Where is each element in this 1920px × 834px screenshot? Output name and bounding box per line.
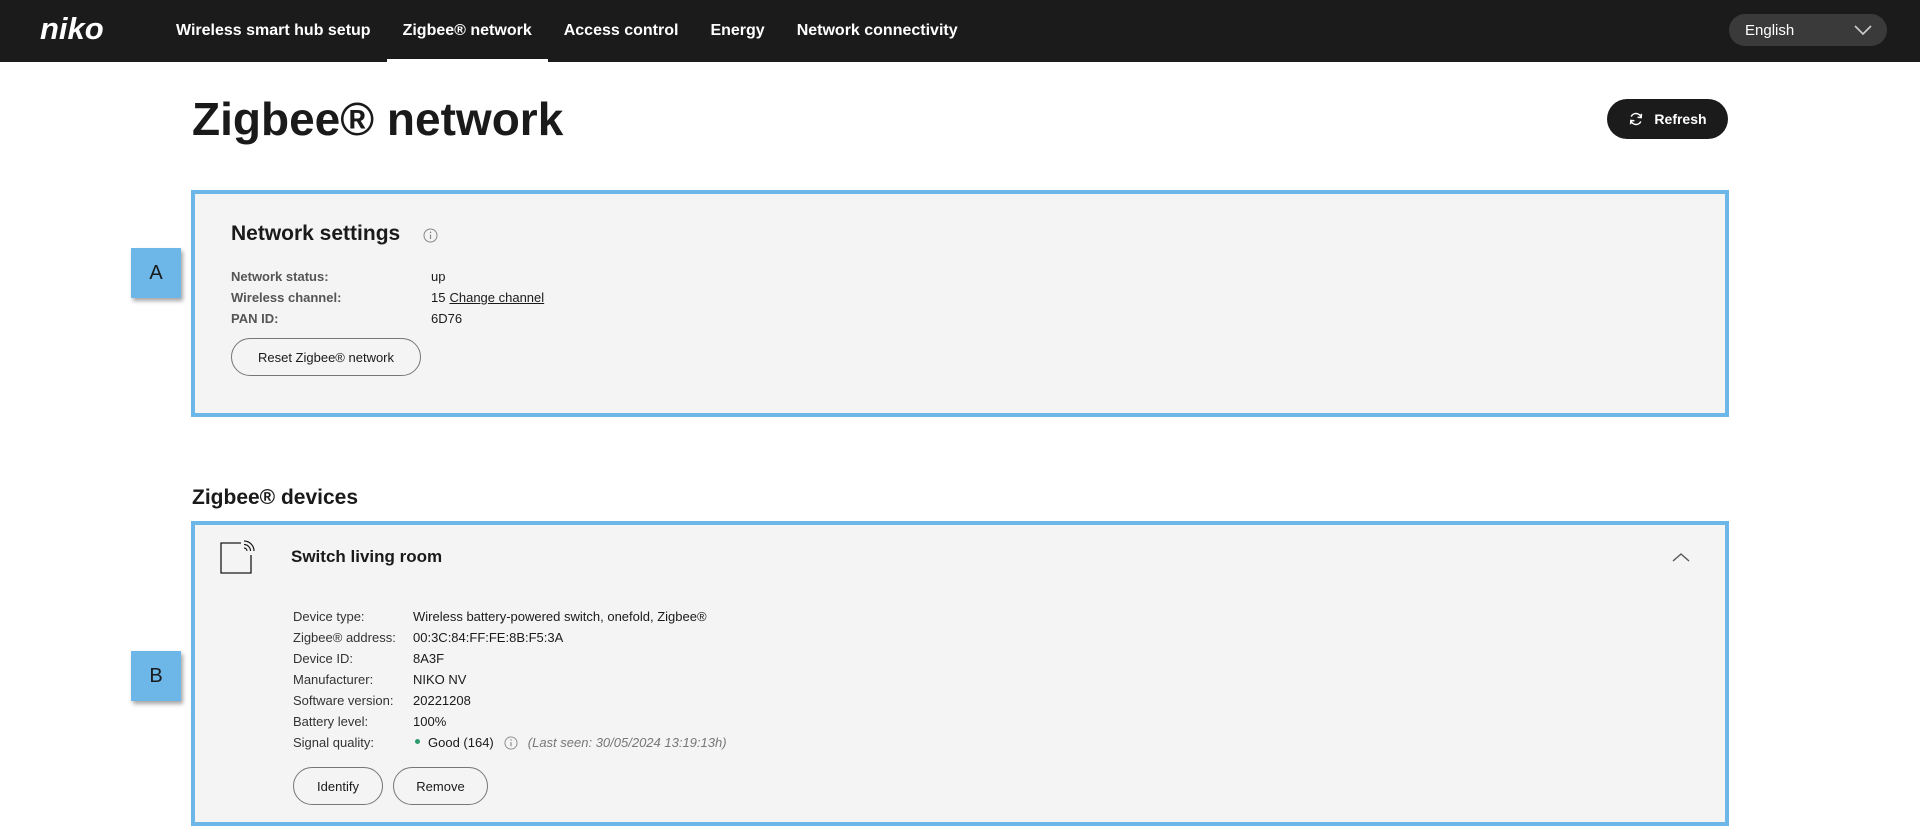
nav-wireless-smart-hub-setup[interactable]: Wireless smart hub setup bbox=[160, 0, 387, 62]
refresh-label: Refresh bbox=[1654, 111, 1707, 127]
manufacturer-label: Manufacturer: bbox=[293, 672, 374, 687]
svg-text:niko: niko bbox=[40, 12, 104, 46]
pan-id-row: PAN ID: 6D76 bbox=[231, 308, 544, 329]
nav-access-control[interactable]: Access control bbox=[548, 0, 695, 62]
nav-zigbee-network[interactable]: Zigbee® network bbox=[386, 0, 548, 62]
signal-quality-value: Good (164) bbox=[428, 735, 494, 750]
identify-button[interactable]: Identify bbox=[293, 767, 383, 805]
network-status-value: up bbox=[431, 269, 446, 284]
wireless-channel-row: Wireless channel: 15 Change channel bbox=[231, 287, 544, 308]
refresh-icon bbox=[1630, 112, 1643, 126]
annotation-marker-a: A bbox=[131, 248, 181, 298]
software-version-row: Software version: 20221208 bbox=[293, 690, 727, 711]
zigbee-address-row: Zigbee® address: 00:3C:84:FF:FE:8B:F5:3A bbox=[293, 627, 727, 648]
annotation-marker-b: B bbox=[131, 651, 181, 701]
pan-id-label: PAN ID: bbox=[231, 311, 279, 326]
battery-level-value: 100% bbox=[413, 714, 447, 729]
network-settings-panel: Network settings Network status: up Wire… bbox=[191, 190, 1729, 417]
zigbee-address-label: Zigbee® address: bbox=[293, 630, 396, 645]
language-value: English bbox=[1745, 21, 1795, 39]
info-icon[interactable] bbox=[423, 228, 438, 243]
refresh-button[interactable]: Refresh bbox=[1607, 99, 1728, 139]
wireless-channel-value: 15 bbox=[431, 290, 446, 305]
battery-level-label: Battery level: bbox=[293, 714, 369, 729]
chevron-down-icon bbox=[1854, 25, 1872, 36]
signal-quality-label: Signal quality: bbox=[293, 735, 374, 750]
remove-button[interactable]: Remove bbox=[393, 767, 488, 805]
software-version-value: 20221208 bbox=[413, 693, 471, 708]
pan-id-value: 6D76 bbox=[431, 311, 463, 326]
network-status-row: Network status: up bbox=[231, 266, 544, 287]
device-type-row: Device type: Wireless battery-powered sw… bbox=[293, 606, 727, 627]
manufacturer-value: NIKO NV bbox=[413, 672, 467, 687]
battery-level-row: Battery level: 100% bbox=[293, 711, 727, 732]
signal-info-icon[interactable] bbox=[504, 735, 518, 750]
network-status-label: Network status: bbox=[231, 269, 329, 284]
device-id-value: 8A3F bbox=[413, 651, 445, 666]
page-title: Zigbee® network bbox=[192, 93, 564, 145]
device-type-label: Device type: bbox=[293, 609, 365, 624]
nav-network-connectivity[interactable]: Network connectivity bbox=[781, 0, 974, 62]
last-seen-text: (Last seen: 30/05/2024 13:19:13h) bbox=[527, 735, 727, 750]
wireless-switch-icon bbox=[220, 540, 255, 574]
device-card: Switch living room Device type: Wireless… bbox=[191, 521, 1729, 826]
chevron-up-icon[interactable] bbox=[1671, 551, 1691, 563]
network-settings-details: Network status: up Wireless channel: 15 … bbox=[231, 266, 544, 329]
main-nav: Wireless smart hub setup Zigbee® network… bbox=[160, 0, 974, 62]
network-settings-title: Network settings bbox=[231, 222, 401, 245]
signal-status-dot bbox=[415, 739, 420, 744]
software-version-label: Software version: bbox=[293, 693, 394, 708]
manufacturer-row: Manufacturer: NIKO NV bbox=[293, 669, 727, 690]
language-select[interactable]: English bbox=[1729, 14, 1887, 46]
top-navigation-bar: niko Wireless smart hub setup Zigbee® ne… bbox=[0, 0, 1920, 62]
zigbee-address-value: 00:3C:84:FF:FE:8B:F5:3A bbox=[413, 630, 564, 645]
device-name[interactable]: Switch living room bbox=[291, 547, 442, 567]
device-details: Device type: Wireless battery-powered sw… bbox=[293, 606, 727, 753]
device-id-row: Device ID: 8A3F bbox=[293, 648, 727, 669]
niko-logo[interactable]: niko bbox=[40, 12, 130, 46]
zigbee-devices-title: Zigbee® devices bbox=[192, 486, 359, 509]
device-id-label: Device ID: bbox=[293, 651, 353, 666]
device-type-value: Wireless battery-powered switch, onefold… bbox=[413, 609, 707, 624]
wireless-channel-label: Wireless channel: bbox=[231, 290, 342, 305]
signal-quality-row: Signal quality: Good (164) (Last seen: 3… bbox=[293, 732, 727, 753]
change-channel-link[interactable]: Change channel bbox=[449, 287, 544, 308]
nav-energy[interactable]: Energy bbox=[694, 0, 780, 62]
reset-zigbee-network-button[interactable]: Reset Zigbee® network bbox=[231, 338, 421, 376]
